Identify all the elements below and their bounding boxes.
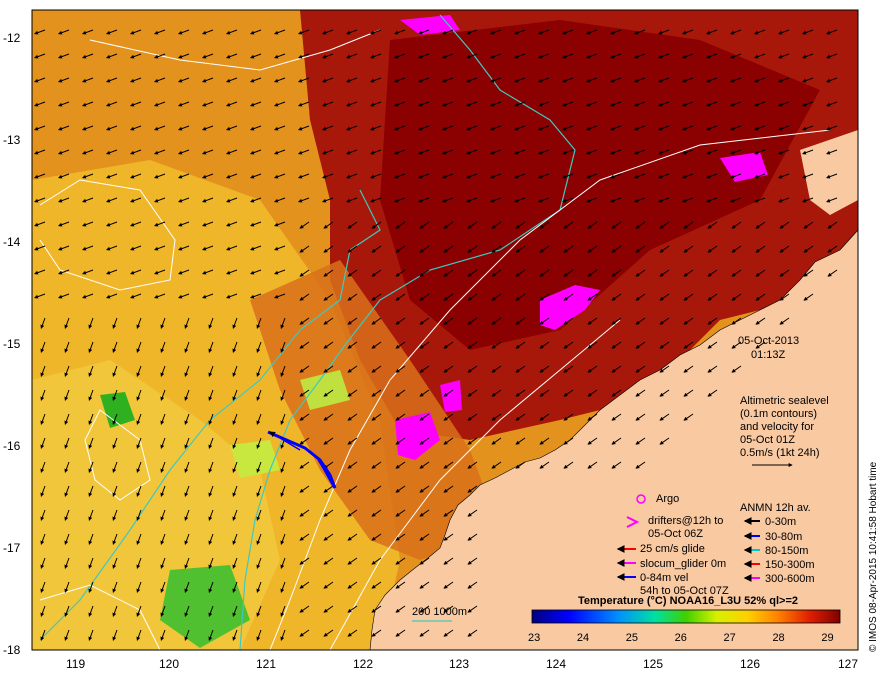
altimetry-line-4: 05-Oct 01Z <box>740 434 795 446</box>
colorbar-tick-label: 29 <box>821 632 833 644</box>
drifters-label-2: 05-Oct 06Z <box>648 528 703 540</box>
y-axis: -12 -13 -14 -15 -16 -17 -18 <box>3 31 21 657</box>
anmn-label-80-150: 80-150m <box>765 545 808 557</box>
x-label-126: 126 <box>740 657 760 671</box>
y-label-14: -14 <box>3 235 21 249</box>
x-label-125: 125 <box>643 657 663 671</box>
colorbar-tick-label: 23 <box>528 632 540 644</box>
colorbar-tick-label: 25 <box>626 632 638 644</box>
isobath-label: 200 1000m <box>412 606 467 618</box>
glide-label: 25 cm/s glide <box>640 543 705 555</box>
x-label-122: 122 <box>353 657 373 671</box>
y-label-15: -15 <box>3 337 21 351</box>
colorbar-tick-label: 28 <box>772 632 784 644</box>
anmn-title: ANMN 12h av. <box>740 502 811 514</box>
y-label-13: -13 <box>3 133 21 147</box>
colorbar-tick-label: 24 <box>577 632 589 644</box>
x-label-127: 127 <box>838 657 858 671</box>
glider-label: slocum_glider 0m <box>640 558 726 570</box>
colorbar-title: Temperature (°C) NOAA16_L3U 52% ql>=2 <box>578 595 798 607</box>
altimetry-line-2: (0.1m contours) <box>740 408 817 420</box>
argo-label: Argo <box>656 493 679 505</box>
sst-map: -12 -13 -14 -15 -16 -17 -18 119 120 121 … <box>3 9 879 671</box>
anmn-label-0-30: 0-30m <box>765 516 796 528</box>
anmn-label-300-600: 300-600m <box>765 573 815 585</box>
y-label-17: -17 <box>3 541 21 555</box>
anmn-label-30-80: 30-80m <box>765 531 802 543</box>
x-label-123: 123 <box>449 657 469 671</box>
anmn-label-150-300: 150-300m <box>765 559 815 571</box>
y-label-12: -12 <box>3 31 21 45</box>
altimetry-line-1: Altimetric sealevel <box>740 395 829 407</box>
credit-text: © IMOS 08-Apr-2015 10:41:58 Hobart time <box>868 461 879 652</box>
y-label-18: -18 <box>3 643 21 657</box>
colorbar-tick-label: 27 <box>724 632 736 644</box>
altimetry-line-5: 0.5m/s (1kt 24h) <box>740 447 819 459</box>
colorbar-gradient <box>531 609 841 624</box>
vel-label-1: 0-84m vel <box>640 572 688 584</box>
altimetry-line-3: and velocity for <box>740 421 814 433</box>
x-axis: 119 120 121 122 123 124 125 126 127 <box>66 657 858 671</box>
x-label-119: 119 <box>66 657 85 671</box>
map-time: 01:13Z <box>751 349 786 361</box>
drifters-label-1: drifters@12h to <box>648 515 723 527</box>
y-label-16: -16 <box>3 439 21 453</box>
x-label-124: 124 <box>546 657 566 671</box>
x-label-120: 120 <box>159 657 179 671</box>
map-date: 05-Oct-2013 <box>738 335 799 347</box>
colorbar-tick-label: 26 <box>675 632 687 644</box>
x-label-121: 121 <box>256 657 276 671</box>
